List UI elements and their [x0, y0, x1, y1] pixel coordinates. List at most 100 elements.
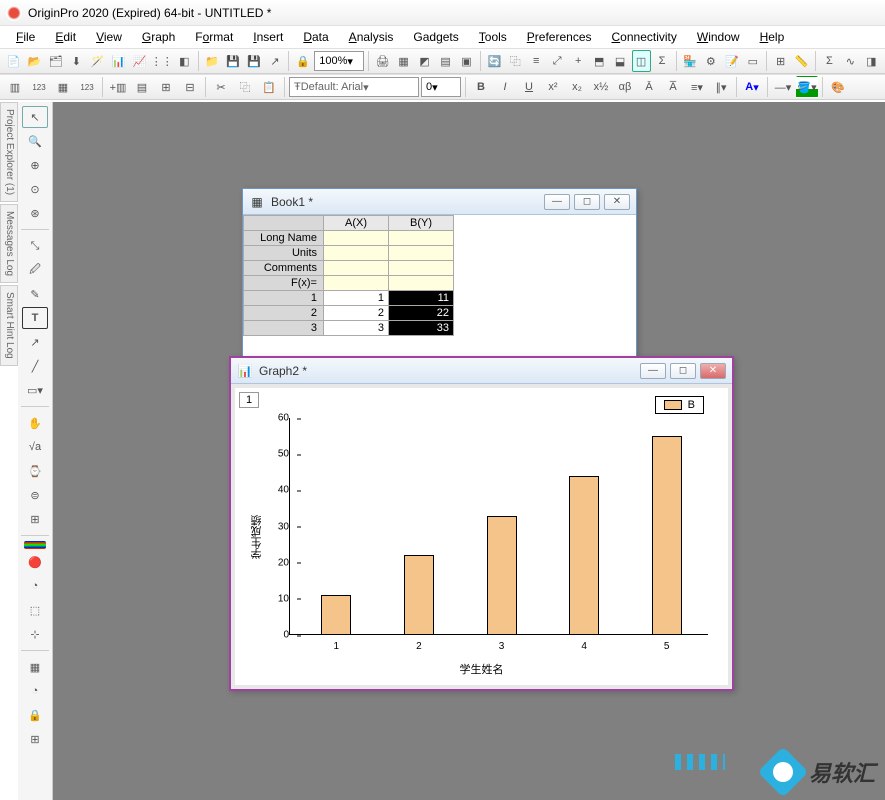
- gadget-icon[interactable]: ◫: [632, 50, 651, 72]
- add-layer-icon[interactable]: +: [569, 50, 588, 72]
- side-tab-project-explorer[interactable]: Project Explorer (1): [0, 102, 18, 202]
- y-axis-label[interactable]: 学生成绩: [249, 515, 265, 559]
- grid-icon[interactable]: ⊞: [22, 728, 48, 750]
- fit-icon[interactable]: ∿: [841, 50, 860, 72]
- font-combo[interactable]: Ŧ Default: Arial ▾: [289, 77, 419, 97]
- menu-tools[interactable]: Tools: [471, 28, 515, 46]
- col-b-header[interactable]: B(Y): [389, 216, 454, 231]
- bold-icon[interactable]: B: [470, 76, 492, 98]
- draw-icon[interactable]: ✎: [22, 283, 48, 305]
- col-a-icon[interactable]: ▥: [4, 76, 26, 98]
- extract-icon[interactable]: ⬓: [611, 50, 630, 72]
- side-tab-smart-hint[interactable]: Smart Hint Log: [0, 285, 18, 366]
- menu-help[interactable]: Help: [752, 28, 793, 46]
- maximize-button[interactable]: ◻: [574, 194, 600, 210]
- underline-icon[interactable]: U: [518, 76, 540, 98]
- menu-analysis[interactable]: Analysis: [341, 28, 402, 46]
- text-icon[interactable]: T: [22, 307, 48, 329]
- palette1-icon[interactable]: [24, 541, 46, 549]
- fill-color-icon[interactable]: 🪣▾: [796, 76, 818, 98]
- col-xyz-icon[interactable]: 123: [76, 76, 98, 98]
- layer-number[interactable]: 1: [239, 392, 259, 408]
- bar[interactable]: [569, 476, 599, 635]
- font-color-icon[interactable]: A▾: [741, 76, 763, 98]
- legend[interactable]: B: [655, 396, 704, 414]
- duplicate-icon[interactable]: ⿻: [506, 50, 525, 72]
- palette2-icon[interactable]: 🔴: [22, 551, 48, 573]
- data-reader-icon[interactable]: ⊛: [22, 202, 48, 224]
- layer-icon[interactable]: ≡: [527, 50, 546, 72]
- new-workbook-icon[interactable]: ▦: [394, 50, 413, 72]
- minimize-button[interactable]: —: [640, 363, 666, 379]
- digitizer-icon[interactable]: ⊞: [771, 50, 790, 72]
- col-grid-icon[interactable]: ⊞: [155, 76, 177, 98]
- chart-3d-icon[interactable]: ◧: [175, 50, 194, 72]
- menu-graph[interactable]: Graph: [134, 28, 183, 46]
- superscript-icon[interactable]: x²: [542, 76, 564, 98]
- cut-icon[interactable]: ✂: [210, 76, 232, 98]
- line-tool-icon[interactable]: ╱: [22, 355, 48, 377]
- screen-reader-icon[interactable]: ⊙: [22, 178, 48, 200]
- new-matrix-icon[interactable]: ▤: [436, 50, 455, 72]
- formula-icon[interactable]: √a: [22, 436, 48, 458]
- insert-plot-icon[interactable]: ⊹: [22, 623, 48, 645]
- copy-icon[interactable]: ⿻: [234, 76, 256, 98]
- supsub-icon[interactable]: x½: [590, 76, 612, 98]
- insert-icon[interactable]: ⊞: [22, 508, 48, 530]
- data-selector-icon[interactable]: ⤡: [22, 235, 48, 257]
- minimize-button[interactable]: —: [544, 194, 570, 210]
- greek-icon[interactable]: αβ: [614, 76, 636, 98]
- bar[interactable]: [487, 516, 517, 635]
- theme-icon[interactable]: 🎨: [827, 76, 849, 98]
- wizard-icon[interactable]: 🪄: [88, 50, 107, 72]
- paste-icon[interactable]: 📋: [258, 76, 280, 98]
- ruler-icon[interactable]: 📏: [792, 50, 811, 72]
- menu-window[interactable]: Window: [689, 28, 748, 46]
- line-style-icon[interactable]: —▾: [772, 76, 794, 98]
- menu-file[interactable]: File: [8, 28, 43, 46]
- col-stats-icon[interactable]: ▦: [52, 76, 74, 98]
- arrow-icon[interactable]: ↗: [22, 331, 48, 353]
- recalc-icon[interactable]: 🔒: [293, 50, 312, 72]
- graph-canvas[interactable]: 1 B 学生成绩 学生姓名 010203040506012345: [235, 388, 728, 685]
- saveas-icon[interactable]: 💾: [245, 50, 264, 72]
- print-icon[interactable]: 🖨: [373, 50, 392, 72]
- zoom-combo[interactable]: 100% ▾: [314, 51, 364, 71]
- new-project-icon[interactable]: 📄: [4, 50, 23, 72]
- rescale-icon[interactable]: ⤢: [548, 50, 567, 72]
- refresh-icon[interactable]: 🔄: [485, 50, 504, 72]
- menu-gadgets[interactable]: Gadgets: [405, 28, 466, 46]
- data-plot-icon[interactable]: ◔: [22, 680, 48, 702]
- chart-bar-icon[interactable]: 📊: [109, 50, 128, 72]
- new-layout-icon[interactable]: ▣: [457, 50, 476, 72]
- col-123-icon[interactable]: 123: [28, 76, 50, 98]
- menu-view[interactable]: View: [88, 28, 130, 46]
- col-sort-icon[interactable]: ⊟: [179, 76, 201, 98]
- template-icon[interactable]: 🗂: [46, 50, 65, 72]
- x-axis-label[interactable]: 学生姓名: [460, 661, 504, 677]
- palette3-icon[interactable]: ◔: [22, 575, 48, 597]
- menu-format[interactable]: Format: [187, 28, 241, 46]
- worksheet-icon[interactable]: ▦: [22, 656, 48, 678]
- sum-icon[interactable]: Σ: [820, 50, 839, 72]
- lock-icon[interactable]: 🔒: [22, 704, 48, 726]
- font-big-icon[interactable]: Ā: [638, 76, 660, 98]
- fontsize-combo[interactable]: 0 ▾: [421, 77, 461, 97]
- book1-titlebar[interactable]: ▦ Book1 * — ◻ ✕: [243, 189, 636, 215]
- pointer-icon[interactable]: ↖: [22, 106, 48, 128]
- close-button[interactable]: ✕: [700, 363, 726, 379]
- align-icon[interactable]: ≡▾: [686, 76, 708, 98]
- font-small-icon[interactable]: A̅: [662, 76, 684, 98]
- stats-icon[interactable]: Σ: [653, 50, 672, 72]
- graph2-window[interactable]: 📊 Graph2 * — ◻ ✕ 1 B 学生成绩 学生姓名 010203040…: [229, 356, 734, 691]
- new-graph-icon[interactable]: ◩: [415, 50, 434, 72]
- worksheet-table[interactable]: A(X)B(Y) Long Name Units Comments F(x)= …: [243, 215, 454, 336]
- menu-preferences[interactable]: Preferences: [519, 28, 600, 46]
- date-icon[interactable]: ⌚: [22, 460, 48, 482]
- bar[interactable]: [652, 436, 682, 635]
- bar[interactable]: [321, 595, 351, 635]
- chart-scatter-icon[interactable]: ⋮⋮: [151, 50, 173, 72]
- mask-icon[interactable]: ◨: [862, 50, 881, 72]
- add-col-icon[interactable]: +▥: [107, 76, 129, 98]
- menu-connectivity[interactable]: Connectivity: [604, 28, 685, 46]
